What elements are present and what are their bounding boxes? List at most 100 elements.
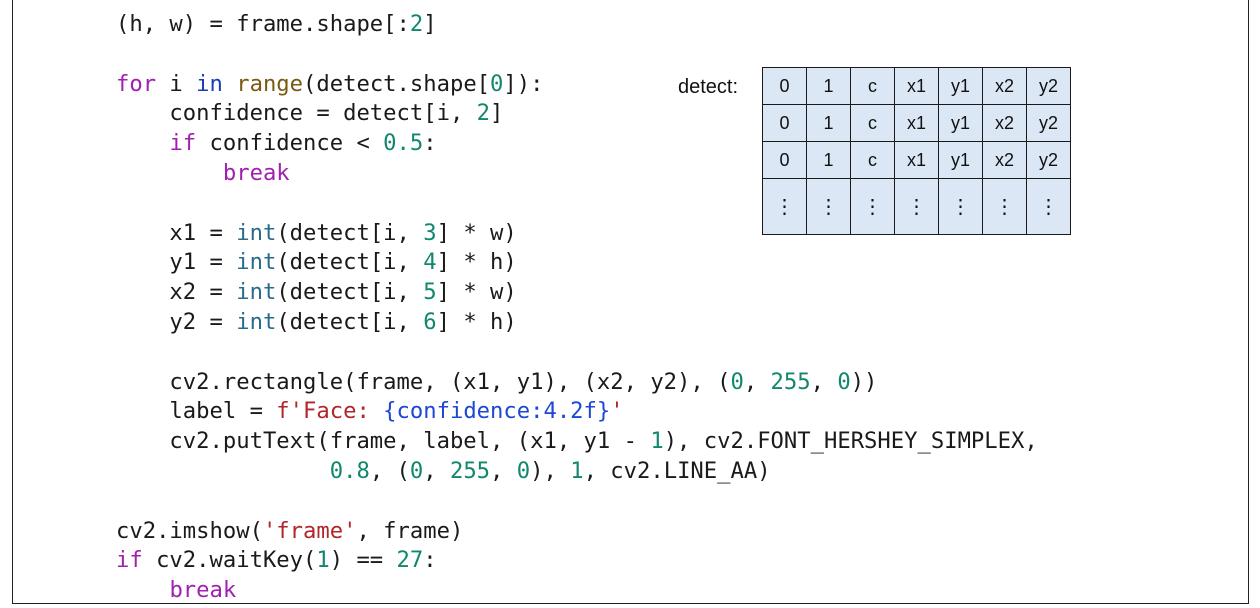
code-line: y1 = int(detect[i, 4] * h) — [116, 248, 1038, 278]
code-token: (detect[i, — [276, 308, 424, 335]
code-token: (detect.shape[ — [303, 70, 491, 97]
code-token: ' — [610, 398, 624, 425]
code-token: break — [222, 159, 290, 186]
detect-cell: ⋮ — [1026, 178, 1071, 235]
code-line: cv2.imshow('frame', frame) — [116, 517, 1038, 547]
code-token: 1 — [650, 428, 664, 455]
code-token: in — [196, 70, 223, 97]
code-token: y1 = — [116, 249, 237, 276]
detect-cell: y2 — [1026, 104, 1071, 142]
code-token: cv2.putText(frame, label, (x1, y1 - — [116, 428, 651, 455]
detect-row: ⋮ ⋮ ⋮ ⋮ ⋮ ⋮ ⋮ — [762, 178, 1071, 235]
code-token: 'frame' — [262, 517, 357, 544]
code-token: 5 — [423, 279, 437, 306]
code-token: 3 — [423, 219, 437, 246]
code-token: (detect[i, — [276, 279, 424, 306]
code-token: if — [169, 130, 197, 157]
detect-cell: c — [850, 104, 895, 142]
detect-row: 0 1 c x1 y1 x2 y2 — [762, 104, 1071, 142]
detect-cell: x1 — [894, 141, 939, 179]
code-token: 0 — [490, 70, 504, 97]
code-token: ) == — [329, 547, 397, 574]
code-token: , cv2.LINE_AA) — [583, 457, 771, 484]
code-token: , — [743, 368, 771, 395]
detect-cell: x1 — [894, 67, 939, 105]
code-token: i — [156, 70, 197, 97]
code-token: ), — [530, 457, 571, 484]
code-token: 4 — [423, 249, 437, 276]
code-token: 255 — [449, 457, 491, 484]
detect-cell: y1 — [938, 141, 983, 179]
code-token: ] * h) — [436, 249, 517, 276]
code-token: 255 — [770, 368, 811, 395]
code-token: 6 — [423, 308, 437, 335]
code-token: (detect[i, — [276, 249, 424, 276]
code-line: (h, w) = frame.shape[:2] — [116, 10, 1038, 40]
code-token: int — [236, 308, 277, 335]
detect-cell: x1 — [894, 104, 939, 142]
code-token: break — [169, 577, 237, 604]
detect-cell: y2 — [1026, 141, 1071, 179]
code-token: 1 — [570, 457, 584, 484]
code-line: label = f'Face: {confidence:4.2f}' — [116, 397, 1038, 427]
code-token: f'Face: — [276, 398, 384, 425]
code-token: , — [423, 457, 450, 484]
detect-cell: 1 — [806, 67, 851, 105]
detect-cell: ⋮ — [894, 178, 939, 235]
detect-label: detect: — [678, 76, 739, 98]
detect-cell: c — [850, 67, 895, 105]
code-token: 2 — [476, 100, 491, 127]
detect-cell: ⋮ — [982, 178, 1027, 235]
code-token: 0.5 — [383, 130, 424, 157]
code-token: ), cv2.FONT_HERSHEY_SIMPLEX, — [663, 428, 1038, 455]
code-token: 2 — [409, 11, 424, 37]
code-token: : — [423, 130, 437, 157]
code-token: 1 — [316, 547, 330, 574]
detect-cell: x2 — [982, 104, 1027, 142]
code-token: cv2.waitKey( — [142, 547, 317, 574]
code-token: label = — [116, 398, 277, 425]
detect-cell: y1 — [938, 104, 983, 142]
code-token: cv2.imshow( — [116, 517, 263, 544]
detect-cell: 0 — [762, 141, 807, 179]
detect-cell: ⋮ — [938, 178, 983, 235]
code-token: int — [236, 249, 277, 276]
code-token: int — [236, 279, 277, 306]
detect-cell: 1 — [806, 141, 851, 179]
code-token: x1 = — [116, 219, 237, 246]
code-token: y2 = — [116, 308, 237, 335]
detect-cell: ⋮ — [806, 178, 851, 235]
detect-cell: y2 — [1026, 67, 1071, 105]
code-line: y2 = int(detect[i, 6] * h) — [116, 308, 1038, 338]
code-token: ] — [423, 11, 437, 37]
code-token: 0 — [837, 368, 851, 395]
code-token: , — [490, 457, 517, 484]
code-token: {confidence:4.2f} — [383, 398, 611, 425]
code-token: 0 — [409, 457, 424, 484]
code-token: (h, w) = frame.shape[: — [116, 11, 410, 37]
code-token: , frame) — [356, 517, 464, 544]
code-token: for — [116, 70, 157, 97]
code-token: ] * w) — [436, 279, 517, 306]
code-token: ] * w) — [436, 219, 517, 246]
detect-row: 0 1 c x1 y1 x2 y2 — [762, 67, 1071, 105]
detect-cell: x2 — [982, 141, 1027, 179]
code-token: cv2.rectangle(frame, (x1, y1), (x2, y2),… — [116, 368, 731, 395]
detect-cell: 0 — [762, 67, 807, 105]
code-token: , — [810, 368, 838, 395]
code-token: ] * h) — [436, 308, 517, 335]
detect-cell: 1 — [806, 104, 851, 142]
code-token: )) — [850, 368, 878, 395]
code-line: x2 = int(detect[i, 5] * w) — [116, 278, 1038, 308]
code-token: : — [423, 547, 437, 574]
code-token: 0 — [730, 368, 744, 395]
detect-cell: x2 — [982, 67, 1027, 105]
detect-cell: ⋮ — [762, 178, 807, 235]
